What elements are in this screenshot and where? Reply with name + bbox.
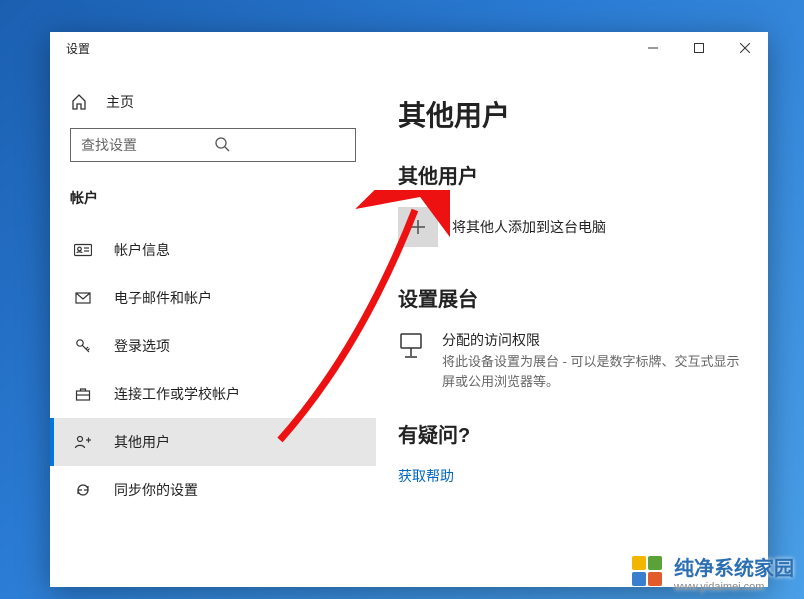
kiosk-heading: 设置展台	[398, 283, 746, 312]
window-title: 设置	[66, 40, 90, 57]
desktop-background: 设置 主页 查找设	[0, 0, 804, 599]
email-icon	[74, 290, 92, 306]
kiosk-item[interactable]: 分配的访问权限 将此设备设置为展台 - 可以是数字标牌、交互式显示屏或公用浏览器…	[398, 330, 746, 391]
settings-window: 设置 主页 查找设	[50, 32, 768, 587]
search-input[interactable]: 查找设置	[70, 128, 356, 162]
sync-icon	[74, 482, 92, 498]
watermark-logo	[632, 556, 666, 590]
window-titlebar: 设置	[50, 32, 768, 64]
window-body: 主页 查找设置 帐户 帐户信息	[50, 64, 768, 587]
content-pane: 其他用户 其他用户 将其他人添加到这台电脑 设置展台 分配的访问权限 将此设	[376, 64, 768, 587]
other-users-heading: 其他用户	[398, 160, 746, 189]
watermark-text: 纯净系统家园	[674, 558, 794, 580]
get-help-link[interactable]: 获取帮助	[398, 466, 746, 486]
home-icon	[70, 94, 88, 110]
home-link[interactable]: 主页	[50, 86, 376, 128]
home-label: 主页	[106, 92, 134, 112]
sidebar-item-work[interactable]: 连接工作或学校帐户	[50, 370, 376, 418]
search-icon	[214, 136, 347, 155]
close-button[interactable]	[722, 32, 768, 64]
sidebar-item-label: 其他用户	[114, 432, 170, 452]
sidebar-item-label: 登录选项	[114, 336, 170, 356]
key-icon	[74, 338, 92, 354]
other-users-icon	[74, 434, 92, 450]
sidebar-item-label: 帐户信息	[114, 240, 170, 260]
kiosk-icon	[398, 330, 432, 391]
sidebar-item-other-users[interactable]: 其他用户	[50, 418, 376, 466]
search-placeholder: 查找设置	[81, 135, 214, 155]
help-heading: 有疑问?	[398, 419, 746, 448]
maximize-button[interactable]	[676, 32, 722, 64]
watermark: 纯净系统家园 www.yidaimei.com	[632, 552, 794, 593]
watermark-url: www.yidaimei.com	[674, 581, 794, 593]
kiosk-title: 分配的访问权限	[442, 330, 742, 350]
search-container: 查找设置	[50, 128, 376, 180]
sidebar-section-label: 帐户	[50, 180, 376, 226]
your-info-icon	[74, 242, 92, 258]
sidebar-item-label: 连接工作或学校帐户	[114, 384, 240, 404]
page-title: 其他用户	[398, 94, 746, 134]
add-other-user-label: 将其他人添加到这台电脑	[452, 217, 606, 237]
sidebar-item-sync[interactable]: 同步你的设置	[50, 466, 376, 514]
briefcase-icon	[74, 386, 92, 402]
sidebar-item-label: 同步你的设置	[114, 480, 198, 500]
sidebar-item-signin[interactable]: 登录选项	[50, 322, 376, 370]
plus-icon	[398, 207, 438, 247]
add-other-user[interactable]: 将其他人添加到这台电脑	[398, 207, 746, 247]
minimize-button[interactable]	[630, 32, 676, 64]
sidebar: 主页 查找设置 帐户 帐户信息	[50, 64, 376, 587]
sidebar-item-label: 电子邮件和帐户	[114, 288, 212, 308]
sidebar-item-account-info[interactable]: 帐户信息	[50, 226, 376, 274]
sidebar-item-email[interactable]: 电子邮件和帐户	[50, 274, 376, 322]
kiosk-description: 将此设备设置为展台 - 可以是数字标牌、交互式显示屏或公用浏览器等。	[442, 352, 742, 391]
